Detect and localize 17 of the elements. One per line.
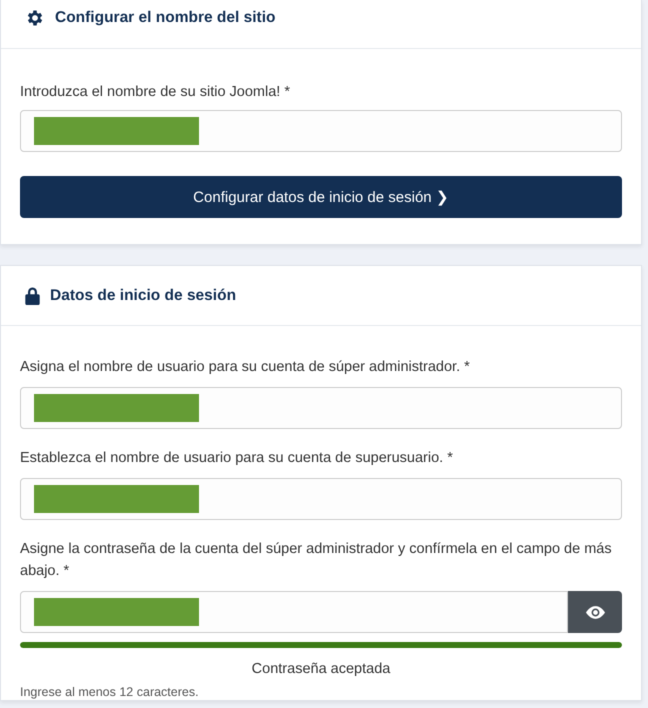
show-password-button[interactable] [568, 591, 622, 633]
settings-icon [25, 8, 45, 28]
card-title: Datos de inicio de sesión [50, 286, 236, 304]
input-field[interactable] [20, 110, 622, 152]
hint-text: Ingrese al menos 12 caracteres. [20, 684, 200, 700]
lock-icon [25, 286, 40, 304]
field-label: Introduzca el nombre de su sitio Joomla! * [20, 83, 291, 102]
eye-icon [586, 606, 604, 618]
card-title: Configurar el nombre del sitio [55, 9, 276, 27]
field-label: Asigne la contraseña de la cuenta del súper administrador y confírmela en el campo de más abajo. * [20, 540, 613, 581]
input-field[interactable] [20, 387, 622, 429]
field-label: Asigna el nombre de usuario para su cuenta de súper administrador. * [20, 358, 471, 377]
strength-message: Contraseña aceptada [250, 660, 392, 679]
field-label: Establezca el nombre de usuario para su cuenta de superusuario. * [20, 449, 454, 468]
input-field[interactable] [20, 478, 622, 520]
password-field[interactable] [20, 591, 568, 633]
next-button[interactable]: Configurar datos de inicio de sesión ❯ [20, 176, 622, 218]
